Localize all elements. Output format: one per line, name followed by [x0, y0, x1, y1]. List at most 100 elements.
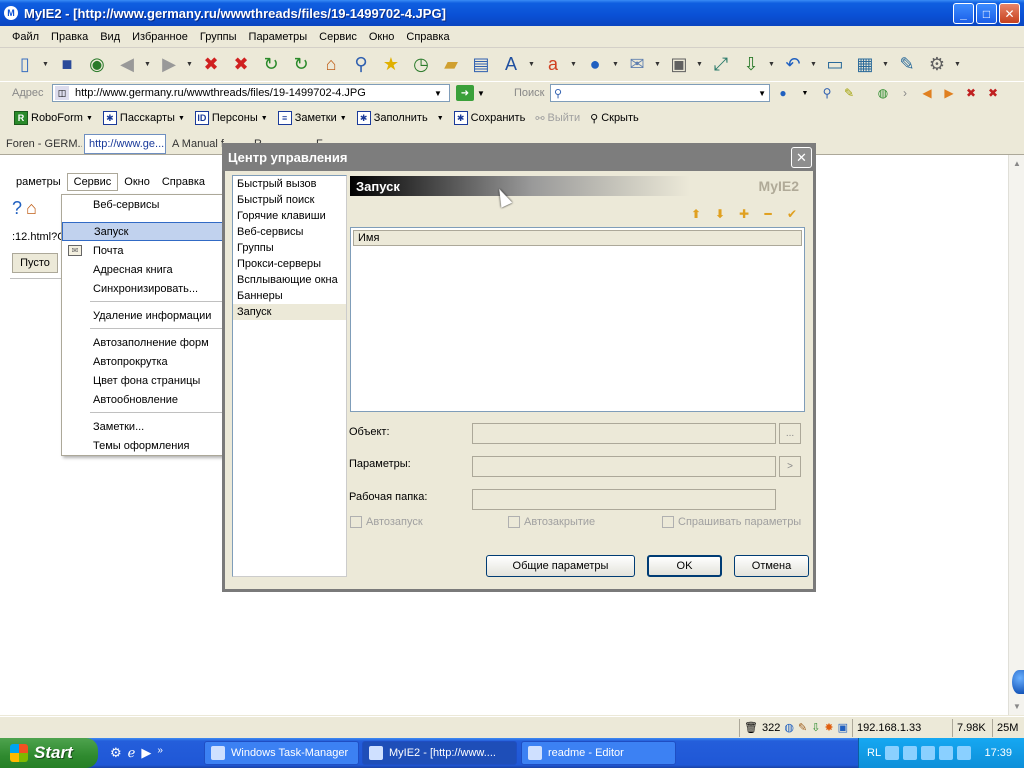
image-filter-icon[interactable]: ◍ [874, 84, 892, 102]
menu-help[interactable]: Справка [400, 28, 455, 46]
flash-icon[interactable]: ✸ [824, 721, 833, 734]
ok-button[interactable]: OK [647, 555, 722, 577]
menu-item-autoscroll[interactable]: Автопрокрутка [62, 352, 224, 371]
proxy-icon[interactable]: ◍ [784, 721, 794, 734]
menu-view[interactable]: Вид [94, 28, 126, 46]
image-icon[interactable]: ▣ [838, 721, 848, 734]
chevron-down-icon[interactable]: ▼ [954, 61, 962, 68]
menu-file[interactable]: Файл [6, 28, 45, 46]
chevron-down-icon[interactable]: ▼ [570, 61, 578, 68]
edit-icon[interactable]: ✎ [798, 721, 807, 734]
language-indicator[interactable]: RL [867, 747, 881, 759]
encoding-icon[interactable]: a [540, 52, 566, 78]
nav-groups[interactable]: Группы [233, 240, 346, 256]
close-button[interactable]: ✕ [999, 3, 1020, 24]
hide-button[interactable]: ⚲ Скрыть [590, 112, 639, 125]
antivirus-icon[interactable] [957, 746, 972, 760]
ie-icon[interactable]: ℯ [128, 745, 136, 761]
notes-button[interactable]: ≡ Заметки ▼ [277, 111, 347, 125]
save-form-button[interactable]: ✱ Сохранить [453, 111, 525, 125]
highlight-icon[interactable]: ✎ [840, 84, 858, 102]
passcards-button[interactable]: ✱ Пасскарты ▼ [102, 111, 185, 125]
menu-item-bg-color[interactable]: Цвет фона страницы [62, 371, 224, 390]
chevron-down-icon[interactable]: ▼ [144, 61, 152, 68]
search-input[interactable]: ⚲ ▼ [550, 84, 770, 102]
chevron-down-icon[interactable]: ▼ [810, 61, 818, 68]
logout-button[interactable]: ⚯ Выйти [535, 112, 580, 125]
chevron-down-icon[interactable]: ▼ [186, 61, 194, 68]
chevron-down-icon[interactable]: ▼ [768, 61, 776, 68]
chevron-down-icon[interactable]: ▼ [654, 61, 662, 68]
move-down-icon[interactable]: ⬇ [712, 207, 728, 221]
apply-check-icon[interactable]: ✔ [784, 207, 800, 221]
find-icon[interactable]: ⚲ [818, 84, 836, 102]
menu-item-autofill[interactable]: Автозаполнение форм [62, 333, 224, 352]
trash-icon[interactable]: 🗑 [744, 721, 758, 734]
menu-item-themes[interactable]: Темы оформления [62, 436, 224, 455]
checkbox-box[interactable] [508, 516, 520, 528]
favorites-star-icon[interactable]: ★ [378, 52, 404, 78]
remove-icon[interactable]: ━ [760, 207, 776, 221]
menu-groups[interactable]: Группы [194, 28, 243, 46]
tab-foren[interactable]: Foren - GERM... [2, 135, 82, 153]
menu-item-web-services[interactable]: Веб-сервисы [62, 195, 224, 214]
tab-germany-url[interactable]: http://www.ge... [84, 133, 166, 154]
myie2-app-icon[interactable]: M [4, 6, 18, 20]
folder-icon[interactable]: ▰ [438, 52, 464, 78]
chevron-down-icon[interactable]: ▼ [474, 89, 488, 98]
fullscreen-icon[interactable]: ⤢ [708, 52, 734, 78]
chevron-right-icon[interactable]: › [896, 84, 914, 102]
volume-icon[interactable] [921, 746, 936, 760]
network-icon[interactable] [903, 746, 918, 760]
chevron-down-icon[interactable]: ▼ [431, 89, 445, 98]
mail-icon[interactable]: ✉ [624, 52, 650, 78]
settings-icon[interactable]: ⚙ [924, 52, 950, 78]
identities-button[interactable]: ID Персоны ▼ [194, 111, 268, 125]
dialog-titlebar[interactable]: Центр управления ✕ [222, 143, 816, 171]
menu-item-mail[interactable]: Почта [62, 241, 224, 260]
search-icon[interactable]: ⚲ [348, 52, 374, 78]
checkbox-box[interactable] [350, 516, 362, 528]
params-field[interactable] [472, 456, 776, 477]
browse-button[interactable]: ... [779, 423, 801, 444]
nav-hotkeys[interactable]: Горячие клавиши [233, 208, 346, 224]
add-icon[interactable]: ✚ [736, 207, 752, 221]
column-header-name[interactable]: Имя [353, 230, 802, 246]
new-window-icon[interactable]: ▭ [822, 52, 848, 78]
move-up-icon[interactable]: ⬆ [688, 207, 704, 221]
chevron-down-icon[interactable]: ▼ [796, 84, 814, 102]
task-task-manager[interactable]: Windows Task-Manager [204, 741, 359, 765]
maximize-button[interactable]: □ [976, 3, 997, 24]
menu-item-address-book[interactable]: Адресная книга [62, 260, 224, 279]
menu-options[interactable]: Параметры [243, 28, 314, 46]
nav-banners[interactable]: Баннеры [233, 288, 346, 304]
save-icon[interactable]: ■ [54, 52, 80, 78]
chevron-down-icon[interactable]: ▼ [882, 61, 890, 68]
nav-quick-search[interactable]: Быстрый поиск [233, 192, 346, 208]
print-icon[interactable]: ▣ [666, 52, 692, 78]
forward-icon[interactable]: ▶ [156, 52, 182, 78]
menu-tools[interactable]: Сервис [313, 28, 363, 46]
start-button[interactable]: Start [0, 738, 98, 768]
nav-launch[interactable]: Запуск [233, 304, 346, 320]
window-titlebar[interactable]: M MyIE2 - [http://www.germany.ru/wwwthre… [0, 0, 1024, 26]
font-icon[interactable]: A [498, 52, 524, 78]
new-document-icon[interactable]: ▯ [12, 52, 38, 78]
dialog-close-button[interactable]: ✕ [791, 147, 812, 168]
params-menu-button[interactable]: > [779, 456, 801, 477]
cancel-button[interactable]: Отмена [734, 555, 809, 577]
chevron-down-icon[interactable]: ▼ [42, 61, 50, 68]
globe-icon[interactable]: ● [582, 52, 608, 78]
tray-arrow-icon[interactable] [885, 746, 900, 760]
close-tab-icon[interactable]: ✖ [962, 84, 980, 102]
settings-icon[interactable]: ⚙ [110, 745, 122, 761]
chevron-down-icon[interactable]: ▼ [612, 61, 620, 68]
menu-item-notes[interactable]: Заметки... [62, 417, 224, 436]
autostart-checkbox[interactable]: Автозапуск [350, 516, 423, 528]
network-globe-icon[interactable]: ◉ [84, 52, 110, 78]
nav-web-services[interactable]: Веб-сервисы [233, 224, 346, 240]
nav-popups[interactable]: Всплывающие окна [233, 272, 346, 288]
checkbox-box[interactable] [662, 516, 674, 528]
vertical-scrollbar[interactable]: ▲ ▼ [1008, 155, 1024, 715]
go-arrow-icon[interactable]: ➜ [456, 85, 474, 101]
